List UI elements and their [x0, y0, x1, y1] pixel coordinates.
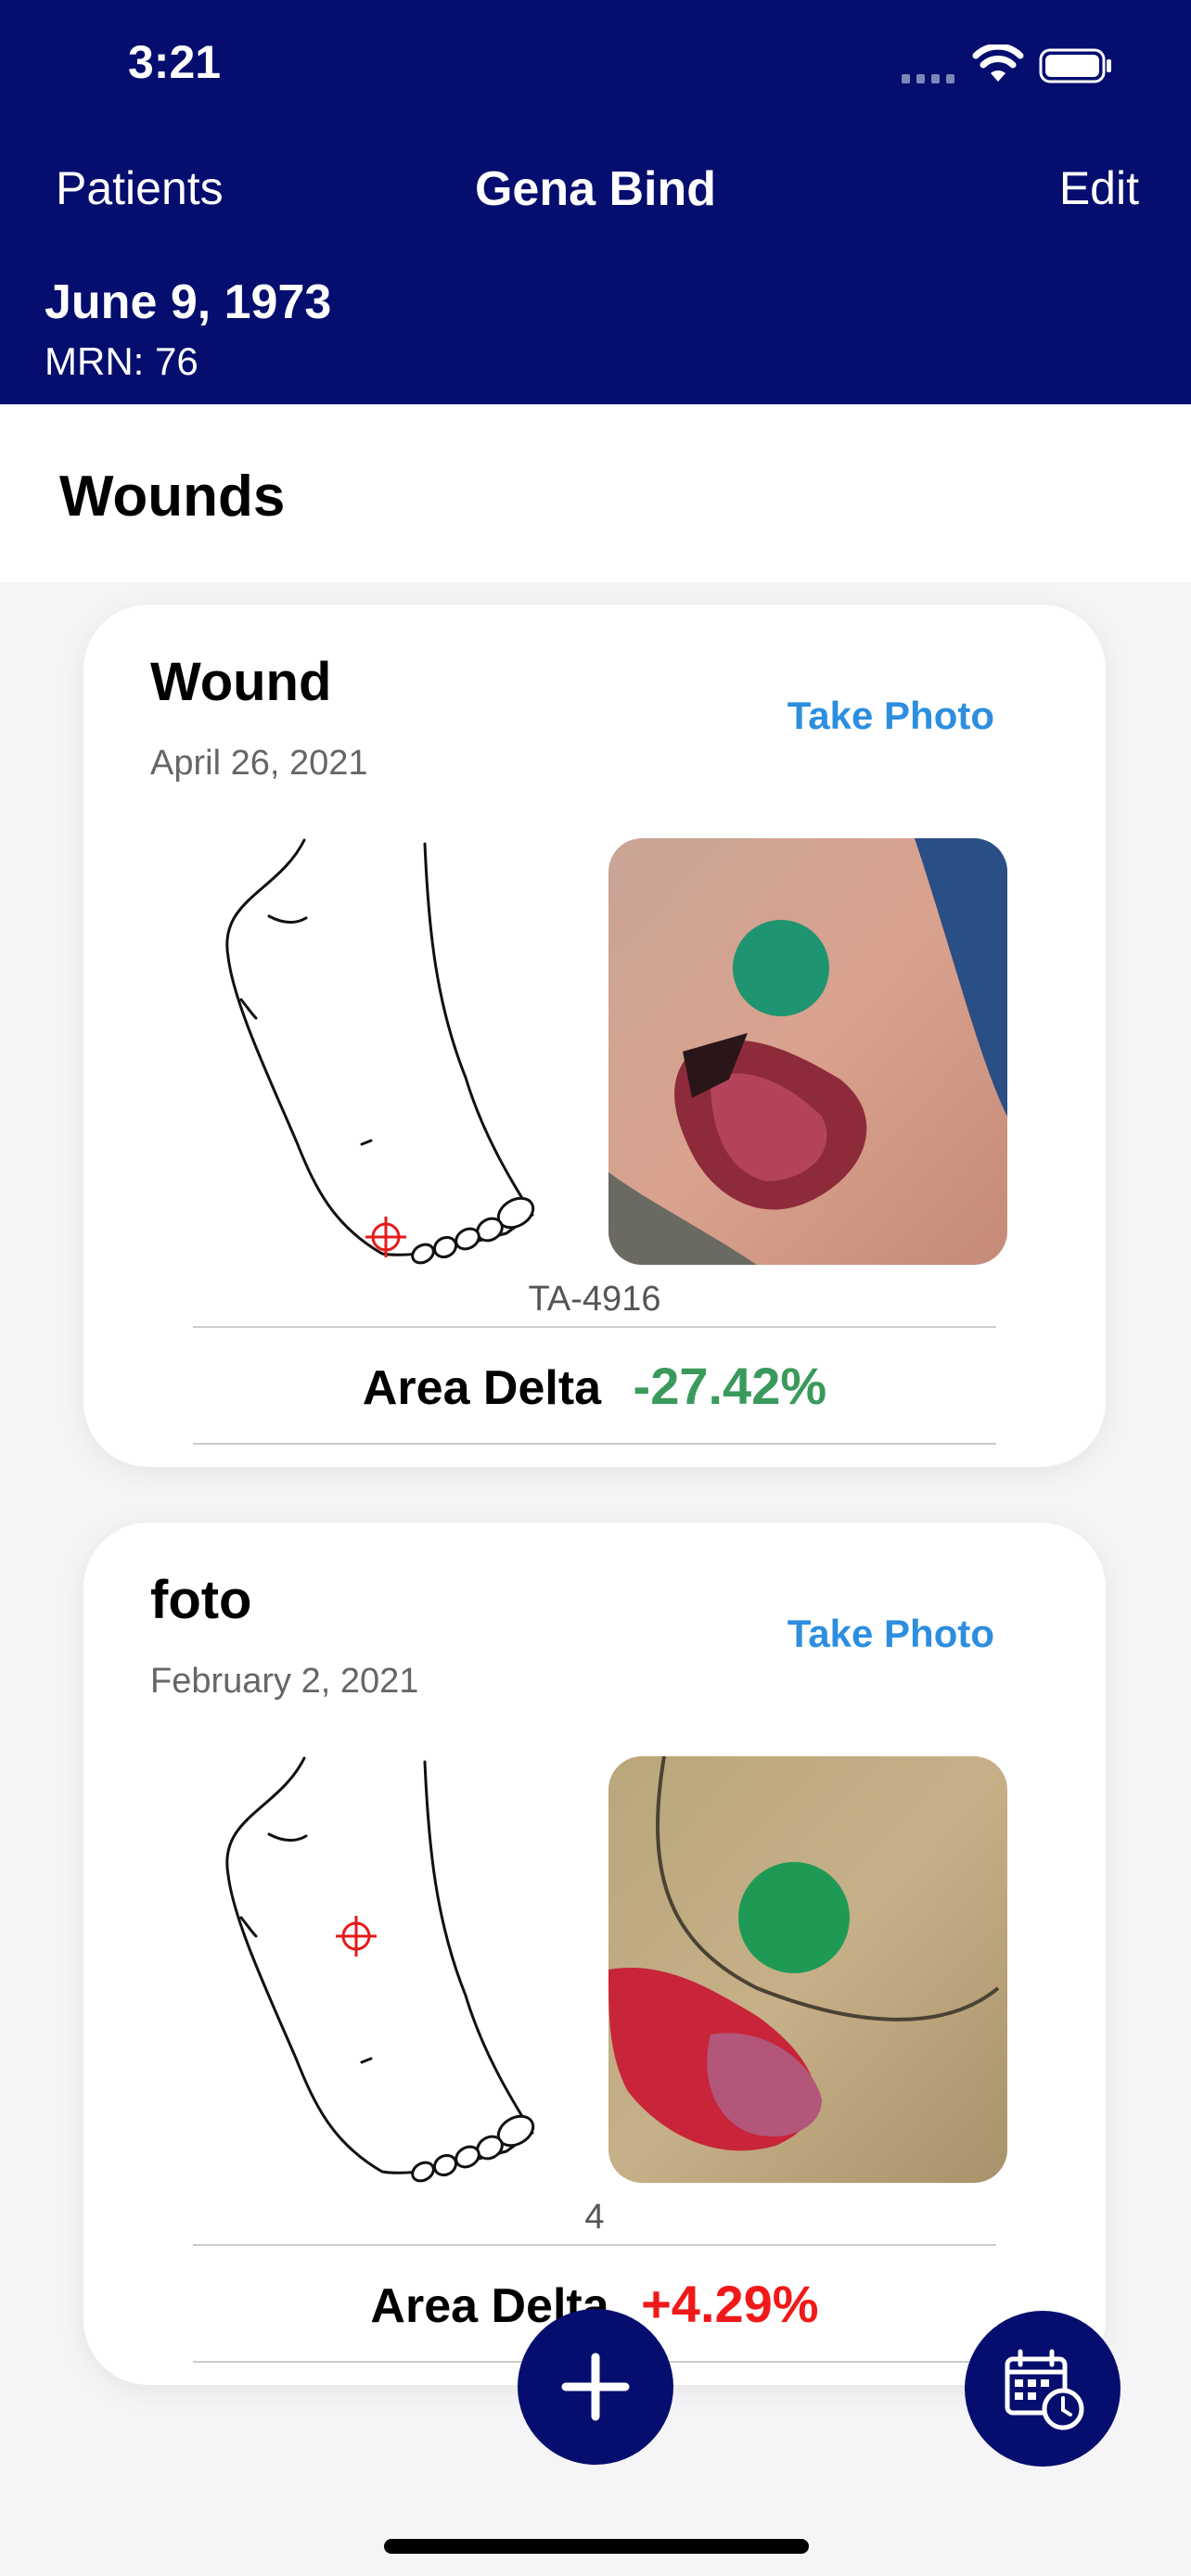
- patient-dob: June 9, 1973: [45, 275, 332, 329]
- wifi-icon: [972, 45, 1024, 82]
- foot-diagram: [225, 1756, 535, 2183]
- area-delta: Area Delta -27.42%: [83, 1356, 1106, 1416]
- cellular-signal-icon: [902, 74, 955, 83]
- divider: [193, 1326, 996, 1328]
- wound-card[interactable]: Wound April 26, 2021 Take Photo TA-4916 …: [83, 605, 1106, 1467]
- area-delta-value: -27.42%: [633, 1357, 827, 1415]
- home-indicator: [384, 2539, 809, 2554]
- status-time: 3:21: [128, 36, 222, 88]
- wound-id: 4: [584, 2198, 605, 2237]
- divider: [193, 2244, 996, 2246]
- page-title: Gena Bind: [474, 162, 717, 216]
- area-delta-label: Area Delta: [362, 1361, 602, 1415]
- patient-mrn: MRN: 76: [45, 339, 198, 383]
- wound-card[interactable]: foto February 2, 2021 Take Photo 4 Area …: [83, 1523, 1106, 2385]
- battery-icon: [1039, 48, 1111, 83]
- plus-icon: [561, 2353, 630, 2421]
- wound-title: foto: [150, 1570, 252, 1630]
- wound-id: TA-4916: [528, 1280, 661, 1319]
- calendar-clock-icon: [1005, 2349, 1084, 2430]
- wound-photo[interactable]: [608, 838, 1007, 1265]
- wound-photo[interactable]: [608, 1756, 1007, 2183]
- divider: [193, 1443, 996, 1445]
- edit-button[interactable]: Edit: [1059, 161, 1139, 215]
- take-photo-button[interactable]: Take Photo: [788, 694, 994, 738]
- take-photo-button[interactable]: Take Photo: [788, 1612, 994, 1656]
- add-wound-button[interactable]: [518, 2309, 673, 2465]
- app-header: 3:21 Patients Gena Bind Edit June 9, 197…: [0, 0, 1191, 404]
- wound-date: February 2, 2021: [150, 1662, 419, 1701]
- section-title: Wounds: [59, 465, 286, 529]
- wound-title: Wound: [150, 652, 332, 712]
- foot-diagram: [225, 838, 535, 1265]
- wound-date: April 26, 2021: [150, 744, 368, 783]
- schedule-button[interactable]: [965, 2311, 1121, 2467]
